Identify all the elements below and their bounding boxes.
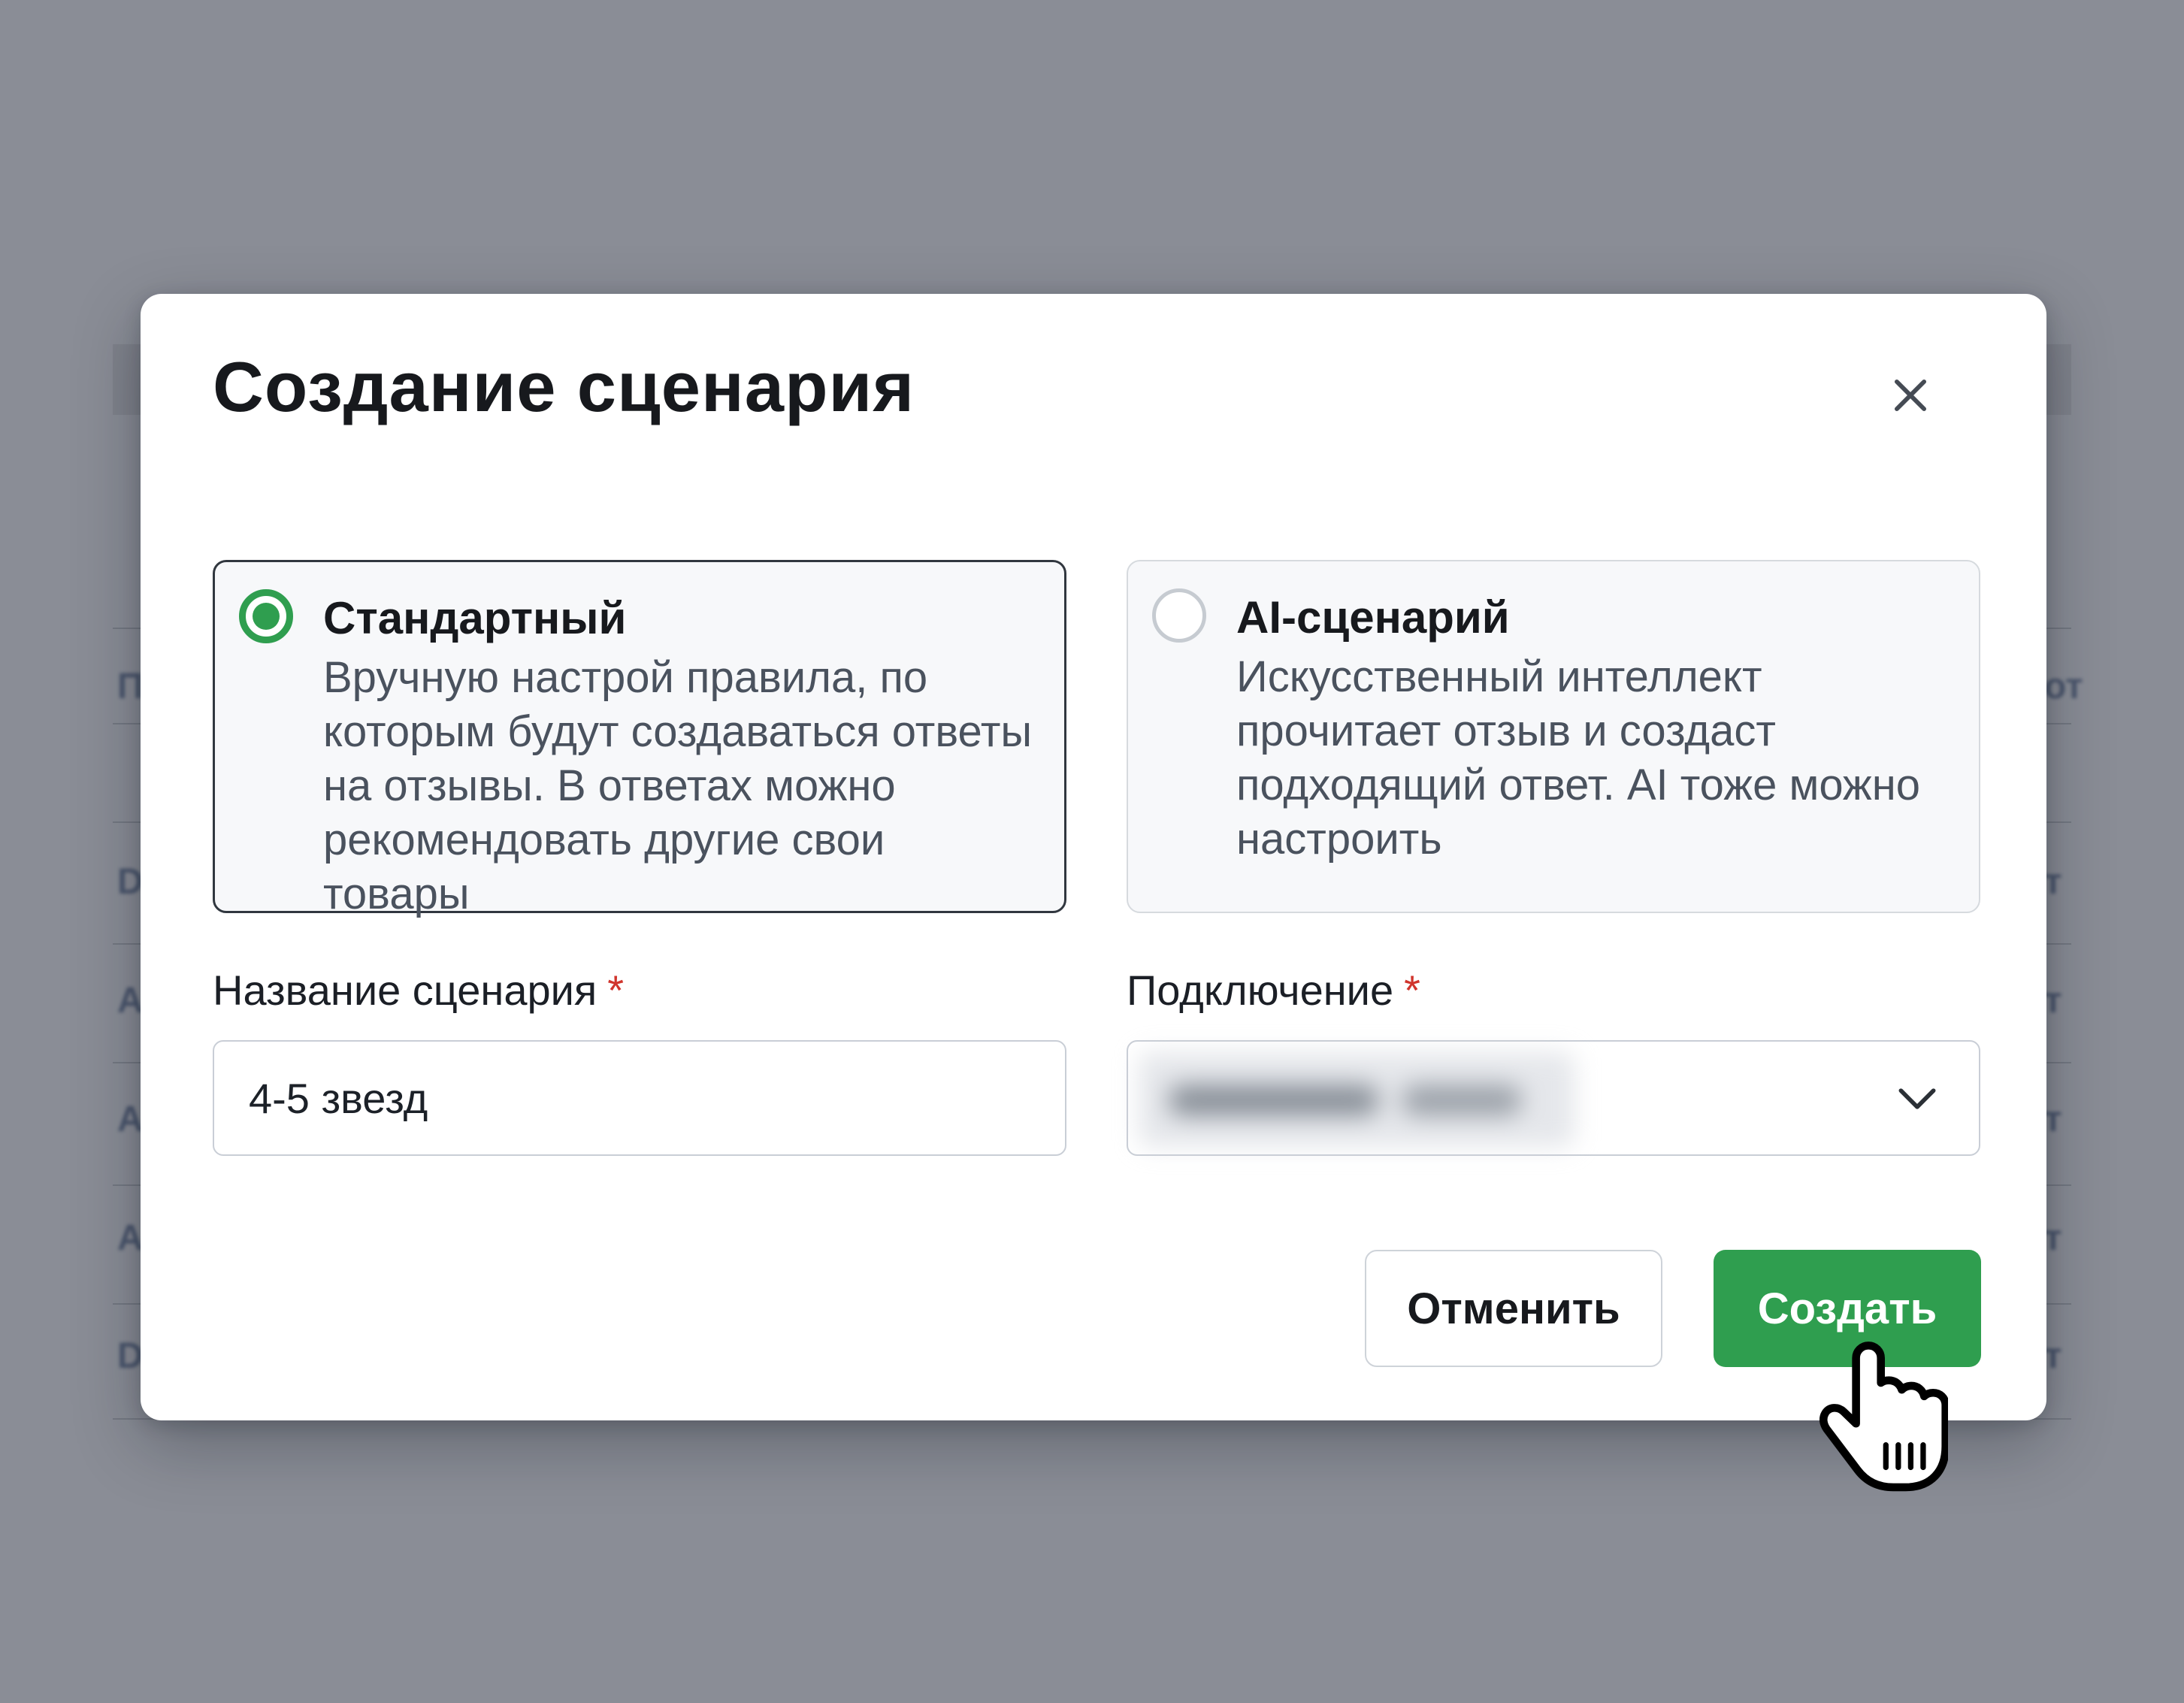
background-text-fragment: A: [117, 1219, 144, 1258]
scenario-type-options: Стандартный Вручную настрой правила, по …: [213, 560, 1980, 913]
label-text: Название сценария: [213, 966, 597, 1015]
create-scenario-modal: Создание сценария Стандартный Вручную на…: [141, 294, 2046, 1420]
background-text-fragment: т: [2044, 1219, 2062, 1258]
scenario-type-card-standard[interactable]: Стандартный Вручную настрой правила, по …: [213, 560, 1066, 913]
label-text: Подключение: [1127, 966, 1393, 1015]
screen: П D A A A D от т т т т т Создание сценар…: [0, 0, 2184, 1703]
scenario-type-description: Вручную настрой правила, по которым буду…: [323, 651, 1037, 921]
background-text-fragment: П: [117, 667, 144, 706]
cancel-button[interactable]: Отменить: [1365, 1250, 1662, 1367]
close-button[interactable]: [1884, 369, 1937, 422]
background-text-fragment: т: [2044, 982, 2062, 1021]
required-asterisk: *: [1404, 966, 1420, 1015]
background-text-fragment: от: [2044, 667, 2083, 706]
chevron-down-icon: [1898, 1087, 1937, 1111]
scenario-name-input[interactable]: [213, 1040, 1066, 1156]
background-text-fragment: D: [117, 863, 144, 902]
create-button[interactable]: Создать: [1714, 1250, 1981, 1367]
scenario-name-field: Название сценария *: [213, 966, 1066, 1015]
background-text-fragment: A: [117, 1100, 144, 1139]
connection-field: Подключение *: [1127, 966, 1980, 1015]
radio-ai-unselected[interactable]: [1152, 588, 1206, 643]
connection-label: Подключение *: [1127, 966, 1980, 1015]
scenario-type-description: Искусственный интеллект прочитает отзыв …: [1236, 650, 1950, 867]
scenario-type-title: Стандартный: [323, 592, 626, 644]
modal-title: Создание сценария: [213, 346, 915, 428]
redacted-selected-value: [1139, 1052, 1574, 1147]
background-text-fragment: т: [2044, 1100, 2062, 1139]
connection-select[interactable]: [1127, 1040, 1980, 1156]
background-text-fragment: A: [117, 982, 144, 1021]
background-text-fragment: т: [2044, 1337, 2062, 1376]
scenario-name-label: Название сценария *: [213, 966, 1066, 1015]
scenario-type-card-ai[interactable]: AI-сценарий Искусственный интеллект проч…: [1127, 560, 1980, 913]
background-text-fragment: т: [2044, 863, 2062, 902]
required-asterisk: *: [607, 966, 624, 1015]
background-text-fragment: D: [117, 1337, 144, 1376]
scenario-type-title: AI-сценарий: [1236, 591, 1510, 643]
close-icon: [1889, 374, 1932, 417]
radio-standard-selected[interactable]: [239, 589, 293, 643]
